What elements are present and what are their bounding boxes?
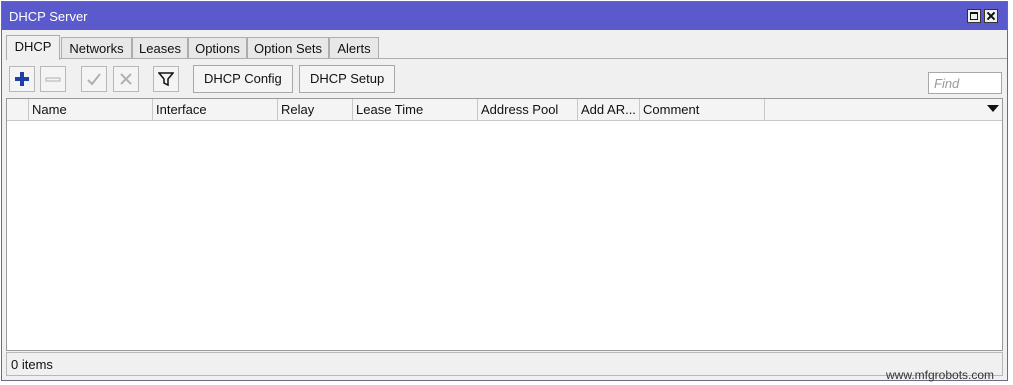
column-address-pool[interactable]: Address Pool — [478, 99, 578, 120]
titlebar[interactable]: DHCP Server — [2, 2, 1007, 30]
column-name-label: Name — [32, 102, 67, 117]
tab-dhcp[interactable]: DHCP — [6, 35, 60, 60]
find-input[interactable] — [928, 72, 1002, 94]
remove-button[interactable] — [40, 66, 66, 92]
add-button[interactable] — [9, 66, 35, 92]
watermark-text: www.mfgrobots.com — [886, 368, 995, 382]
column-name[interactable]: Name / — [29, 99, 153, 120]
tab-options[interactable]: Options — [188, 37, 247, 59]
maximize-icon[interactable] — [967, 9, 981, 23]
add-icon — [15, 72, 29, 86]
filter-icon — [158, 72, 174, 87]
column-lease-time[interactable]: Lease Time — [353, 99, 478, 120]
tab-networks[interactable]: Networks — [61, 37, 132, 59]
columns-dropdown-icon[interactable] — [987, 105, 999, 112]
close-icon[interactable] — [984, 9, 998, 23]
column-comment[interactable]: Comment — [640, 99, 765, 120]
item-count: 0 items — [11, 357, 53, 372]
tab-option-sets[interactable]: Option Sets — [247, 37, 329, 59]
dhcp-config-button[interactable]: DHCP Config — [193, 65, 293, 93]
tab-leases[interactable]: Leases — [132, 37, 188, 59]
window-title: DHCP Server — [9, 9, 88, 24]
disable-icon — [120, 73, 132, 85]
tab-alerts[interactable]: Alerts — [329, 37, 379, 59]
disable-button[interactable] — [113, 66, 139, 92]
status-bar: 0 items — [6, 352, 1003, 376]
dhcp-setup-button[interactable]: DHCP Setup — [299, 65, 396, 93]
column-relay[interactable]: Relay — [278, 99, 353, 120]
column-add-arp[interactable]: Add AR... — [578, 99, 640, 120]
column-interface[interactable]: Interface — [153, 99, 278, 120]
remove-icon — [45, 77, 61, 82]
row-marker-column[interactable] — [7, 99, 29, 120]
enable-icon — [87, 73, 101, 86]
dhcp-server-table: Name / Interface Relay Lease Time Addres… — [6, 98, 1003, 351]
tab-divider — [6, 58, 1007, 59]
filter-button[interactable] — [153, 66, 179, 92]
table-header: Name / Interface Relay Lease Time Addres… — [7, 99, 1002, 121]
enable-button[interactable] — [81, 66, 107, 92]
